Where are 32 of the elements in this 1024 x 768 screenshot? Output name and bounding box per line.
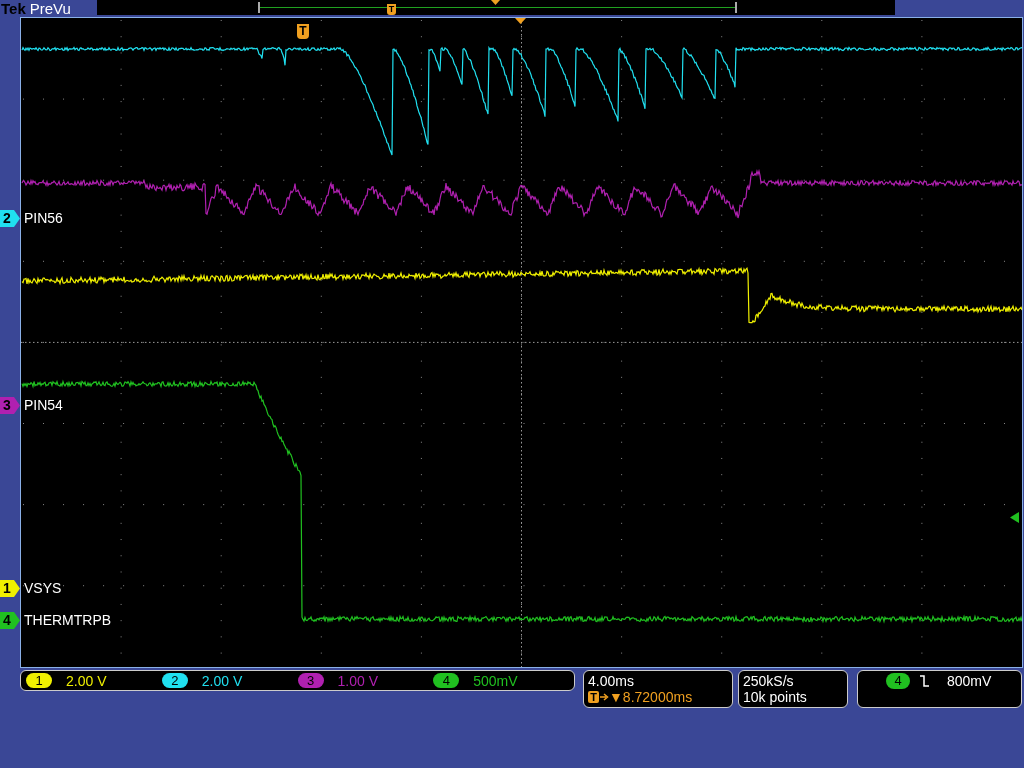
vertical-scale: 2.00 V	[66, 672, 107, 689]
time-scale: 4.00ms	[588, 673, 635, 689]
channel-badge[interactable]: 4	[433, 673, 460, 688]
vertical-scale: 500mV	[473, 672, 518, 689]
trigger-marker: T	[297, 24, 309, 39]
channel-label: THERMTRPB	[24, 612, 112, 629]
trigger-delay: ▼8.72000ms	[609, 689, 693, 705]
trigger-badge: T	[588, 691, 599, 703]
channel-badge: 4	[886, 673, 910, 689]
channel-badge[interactable]: 1	[26, 673, 52, 688]
brand-logo: Tek	[1, 1, 26, 16]
sample-rate: 250kS/s	[743, 673, 795, 689]
trigger-level-icon	[1010, 512, 1019, 523]
channel-label: PIN56	[24, 210, 63, 227]
trigger-level: 800mV	[947, 673, 992, 689]
vertical-scale: 1.00 V	[337, 672, 378, 689]
right-arrow-icon	[600, 693, 609, 701]
channel-label: VSYS	[24, 580, 62, 597]
record-length: 10k points	[743, 689, 808, 705]
mode-label: PreVu	[29, 1, 71, 16]
channel-label: PIN54	[24, 397, 63, 414]
trigger-position-icon	[490, 0, 500, 5]
falling-edge-icon	[920, 675, 929, 687]
channel-marker[interactable]: 4	[0, 612, 20, 629]
trigger-marker: T	[386, 4, 396, 15]
channel-marker[interactable]: 3	[0, 397, 20, 414]
trigger-position-icon	[515, 18, 526, 24]
channel-badge[interactable]: 2	[161, 673, 188, 688]
channel-marker[interactable]: 1	[0, 580, 20, 597]
channel-marker[interactable]: 2	[0, 210, 20, 227]
vertical-scale: 2.00 V	[201, 672, 243, 689]
channel-badge[interactable]: 3	[297, 673, 324, 688]
